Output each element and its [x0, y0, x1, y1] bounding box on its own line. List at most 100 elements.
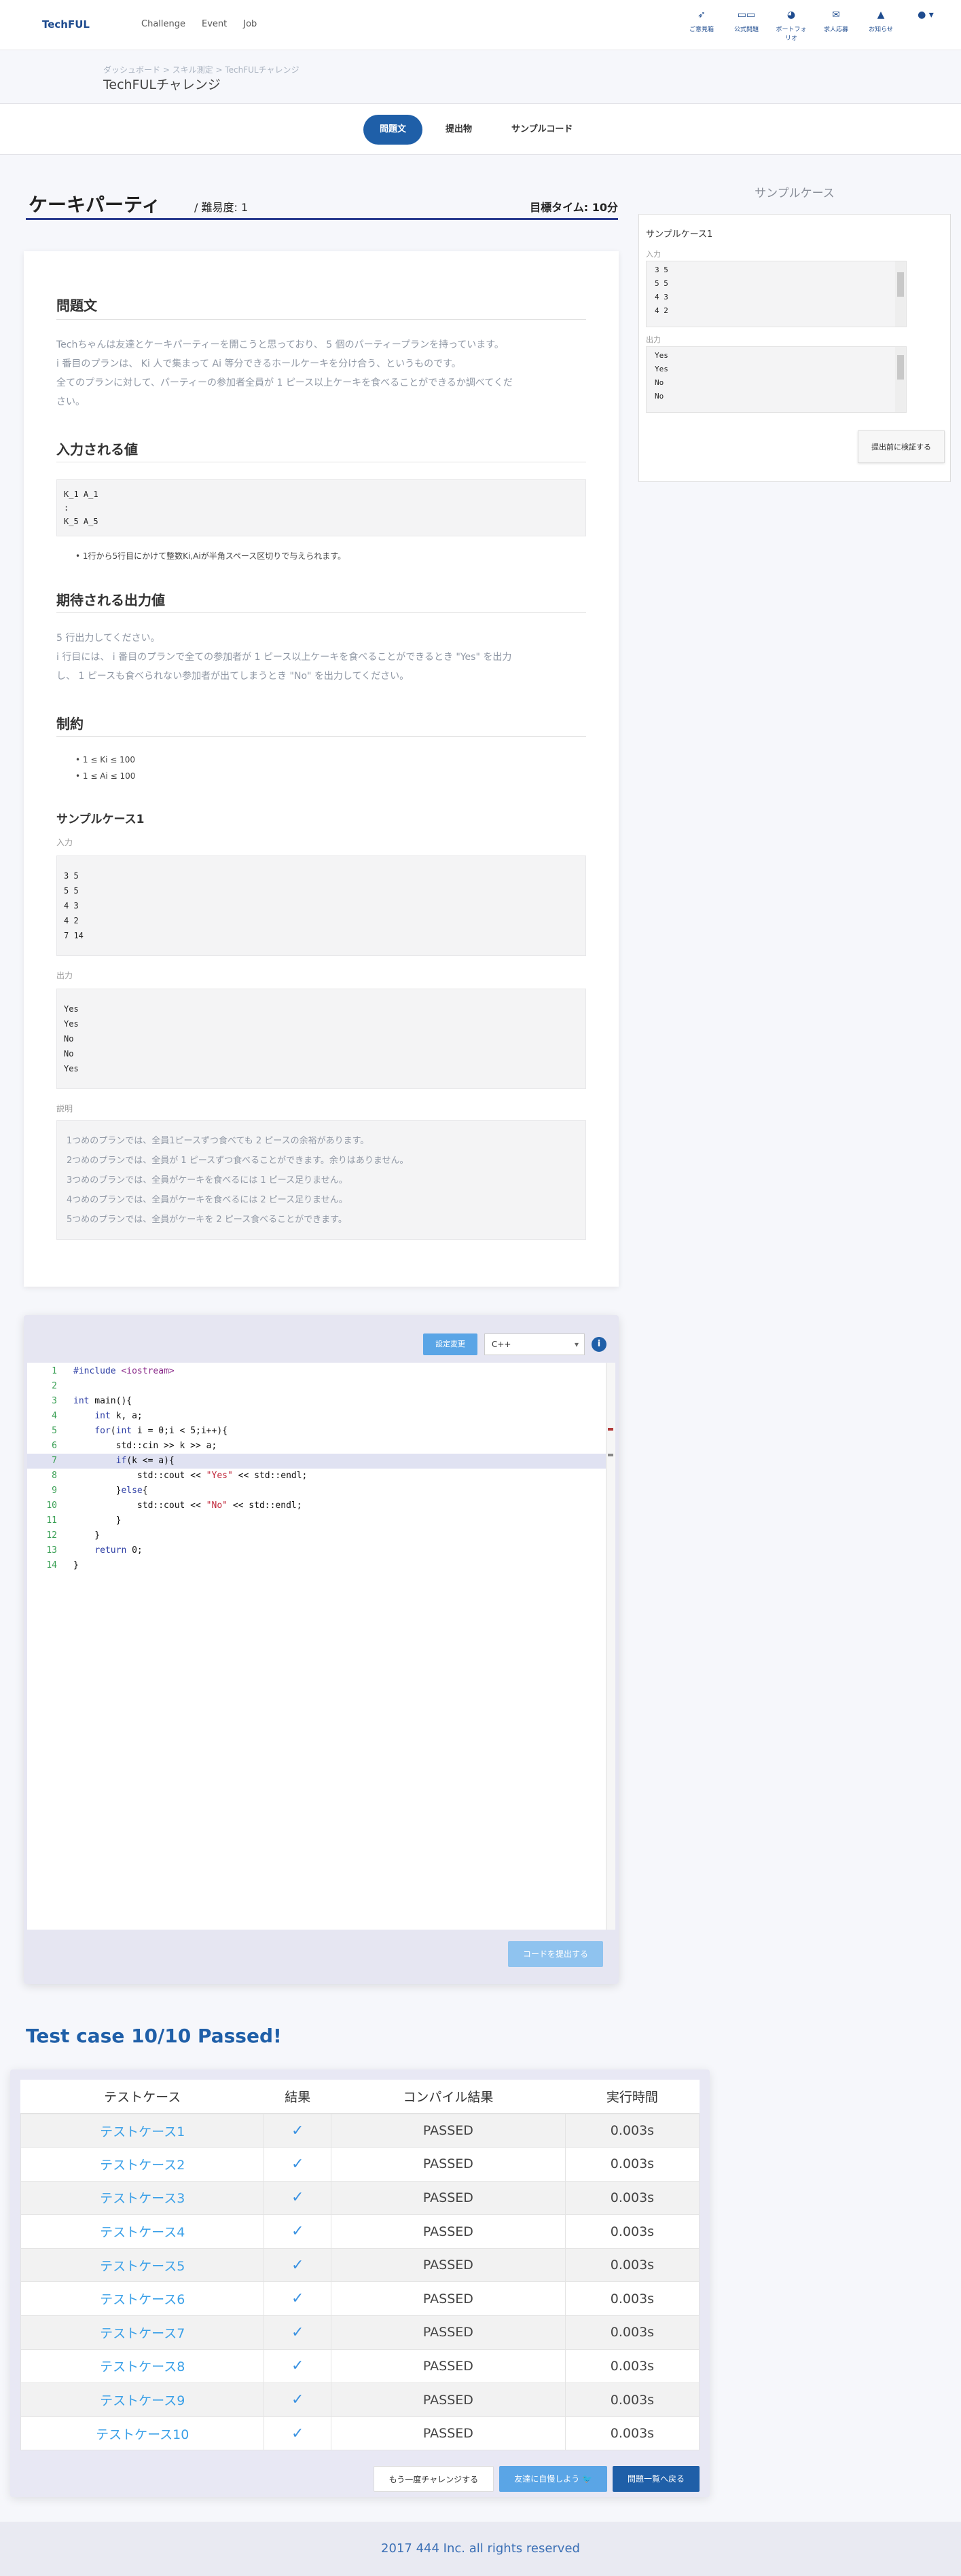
check-icon: ✓: [291, 2155, 304, 2173]
table-row: テストケース1 ✓ PASSED 0.003s: [20, 2113, 700, 2148]
info-icon[interactable]: i: [592, 1337, 606, 1352]
code-line: 2: [52, 1381, 57, 1391]
paper-plane-icon: ➶: [697, 10, 706, 20]
page-title: TechFULチャレンジ: [103, 77, 221, 92]
code-line: 5 for(int i = 0;i < 5;i++){: [52, 1426, 228, 1436]
test-case-link[interactable]: テストケース7: [20, 2315, 265, 2350]
sample-output-label: 出力: [56, 971, 73, 980]
test-case-link[interactable]: テストケース1: [20, 2113, 265, 2148]
brand-logo[interactable]: TechFUL: [42, 18, 90, 31]
nav-links: Challenge Event Job: [141, 19, 257, 29]
nav-user-menu[interactable]: ● ▾: [908, 10, 943, 42]
tab-submissions[interactable]: 提出物: [429, 115, 488, 145]
test-case-link[interactable]: テストケース10: [20, 2416, 265, 2451]
sample-heading: サンプルケース1: [56, 813, 145, 826]
tab-sample-code[interactable]: サンプルコード: [495, 115, 589, 145]
scrollbar[interactable]: [895, 261, 906, 327]
sidebar-input-textarea[interactable]: 3 5 5 5 4 3 4 2: [646, 261, 907, 327]
test-case-link[interactable]: テストケース5: [20, 2247, 265, 2283]
test-case-link[interactable]: テストケース9: [20, 2382, 265, 2417]
problem-header: ケーキパーティ / 難易度: 1 目標タイム: 10分: [26, 189, 618, 220]
code-line: 11 }: [46, 1515, 122, 1526]
output-heading: 期待される出力値: [56, 592, 165, 608]
nav-icons: ➶ ご意見箱 ▭▭ 公式問題 ◕ ポートフォリオ ✉ 求人応募 ▲ お知らせ ● ▾: [684, 10, 943, 42]
twitter-icon: 🐦: [582, 2474, 592, 2484]
problem-statement-card: 問題文 Techちゃんは友達とケーキパーティーを開こうと思っており、 5 個のパ…: [24, 251, 619, 1287]
statement-line: Techちゃんは友達とケーキパーティーを開こうと思っており、 5 個のパーティー…: [56, 339, 504, 350]
code-editor-panel: 設定変更 C++ ▾ i 1 #include <iostream> 2 3 int …: [24, 1315, 619, 1984]
column-header: 実行時間: [565, 2080, 700, 2114]
code-editor[interactable]: 1 #include <iostream> 2 3 int main(){ 4 in…: [27, 1363, 615, 1930]
tab-problem[interactable]: 問題文: [363, 115, 423, 145]
test-case-link[interactable]: テストケース2: [20, 2147, 265, 2182]
problem-title: ケーキパーティ: [29, 194, 161, 216]
sample-case-heading: サンプルケース: [755, 187, 835, 200]
language-select[interactable]: C++ ▾: [484, 1333, 585, 1355]
test-summary: Test case 10/10 Passed!: [26, 2025, 282, 2047]
code-line: 14}: [46, 1560, 79, 1570]
nav-feedback[interactable]: ➶ ご意見箱: [684, 10, 719, 42]
nav-official-problems[interactable]: ▭▭ 公式問題: [729, 10, 764, 42]
sidebar-input-label: 入力: [646, 250, 661, 259]
constraint-item: • 1 ≤ Ki ≤ 100: [75, 755, 136, 765]
sample-output-box: Yes Yes No No Yes: [56, 989, 586, 1089]
nav-portfolio[interactable]: ◕ ポートフォリオ: [774, 10, 809, 42]
nav-link-job[interactable]: Job: [243, 19, 257, 29]
nav-notifications[interactable]: ▲ お知らせ: [863, 10, 899, 42]
input-note: • 1行から5行目にかけて整数Ki,Aiが半角スペース区切りで与えられます。: [75, 551, 346, 561]
top-navbar: TechFUL Challenge Event Job ➶ ご意見箱 ▭▭ 公式問題…: [0, 0, 961, 50]
table-row: テストケース7 ✓ PASSED 0.003s: [20, 2315, 700, 2350]
table-row: テストケース4 ✓ PASSED 0.003s: [20, 2214, 700, 2249]
sidebar-output-textarea[interactable]: Yes Yes No No: [646, 346, 907, 413]
check-icon: ✓: [291, 2256, 304, 2274]
results-table: テストケース 結果 コンパイル結果 実行時間 テストケース1 ✓ PASSED 0.0…: [20, 2080, 700, 2451]
sidebar-output-label: 出力: [646, 335, 661, 344]
test-case-link[interactable]: テストケース6: [20, 2281, 265, 2317]
problem-difficulty: / 難易度: 1: [194, 201, 249, 214]
table-row: テストケース5 ✓ PASSED 0.003s: [20, 2247, 700, 2283]
code-line-highlighted: 7 if(k <= a){: [27, 1454, 606, 1469]
test-case-link[interactable]: テストケース8: [20, 2349, 265, 2384]
code-line: 9 }else{: [52, 1486, 148, 1496]
table-row: テストケース3 ✓ PASSED 0.003s: [20, 2180, 700, 2215]
nav-link-challenge[interactable]: Challenge: [141, 19, 185, 29]
code-line: 10 std::cout << "No" << std::endl;: [46, 1501, 302, 1511]
input-format-box: K_1 A_1 : K_5 A_5: [56, 479, 586, 536]
test-case-link[interactable]: テストケース3: [20, 2180, 265, 2215]
back-to-problems-button[interactable]: 問題一覧へ戻る: [612, 2466, 700, 2492]
check-icon: ✓: [291, 2391, 304, 2409]
submit-code-button[interactable]: コードを提出する: [508, 1941, 603, 1967]
statement-line: さい。: [56, 397, 85, 407]
check-icon: ✓: [291, 2223, 304, 2241]
bell-icon: ▲: [877, 10, 885, 20]
editor-scrollbar[interactable]: [606, 1363, 615, 1930]
table-row: テストケース6 ✓ PASSED 0.003s: [20, 2281, 700, 2317]
share-twitter-button[interactable]: 友達に自慢しよう 🐦: [499, 2466, 607, 2492]
column-header: コンパイル結果: [331, 2080, 566, 2114]
constraints-heading: 制約: [56, 716, 84, 732]
breadcrumb[interactable]: ダッシュボード > スキル測定 > TechFULチャレンジ: [103, 64, 300, 75]
editor-settings-button[interactable]: 設定変更: [423, 1333, 477, 1355]
scrollbar[interactable]: [895, 347, 906, 412]
retry-challenge-button[interactable]: もう一度チャレンジする: [373, 2466, 494, 2492]
sample-case-panel: サンプルケース1 入力 3 5 5 5 4 3 4 2 出力 Yes Yes N…: [638, 214, 951, 482]
check-icon: ✓: [291, 2323, 304, 2341]
table-row: テストケース9 ✓ PASSED 0.003s: [20, 2382, 700, 2417]
column-header: テストケース: [20, 2080, 264, 2114]
nav-job-apply[interactable]: ✉ 求人応募: [818, 10, 854, 42]
check-icon: ✓: [291, 2357, 304, 2375]
table-row: テストケース2 ✓ PASSED 0.003s: [20, 2147, 700, 2182]
user-icon: ● ▾: [918, 10, 934, 20]
results-actions: もう一度チャレンジする 友達に自慢しよう 🐦 問題一覧へ戻る: [373, 2466, 700, 2492]
check-icon: ✓: [291, 2290, 304, 2308]
verify-before-submit-button[interactable]: 提出前に検証する: [858, 430, 945, 463]
footer-copyright: 2017 444 Inc. all rights reserved: [0, 2522, 961, 2576]
code-line: 3 int main(){: [52, 1396, 132, 1406]
explanation-box: 1つめのプランでは、全員1ピースずつ食べても 2 ピースの余裕があります。 2つ…: [56, 1120, 586, 1240]
table-row: テストケース10 ✓ PASSED 0.003s: [20, 2416, 700, 2451]
check-icon: ✓: [291, 2425, 304, 2442]
table-row: テストケース8 ✓ PASSED 0.003s: [20, 2349, 700, 2384]
nav-link-event[interactable]: Event: [202, 19, 227, 29]
test-case-link[interactable]: テストケース4: [20, 2214, 265, 2249]
output-line: i 行目には、 i 番目のプランで全ての参加者が 1 ピース以上ケーキを食べるこ…: [56, 652, 512, 663]
